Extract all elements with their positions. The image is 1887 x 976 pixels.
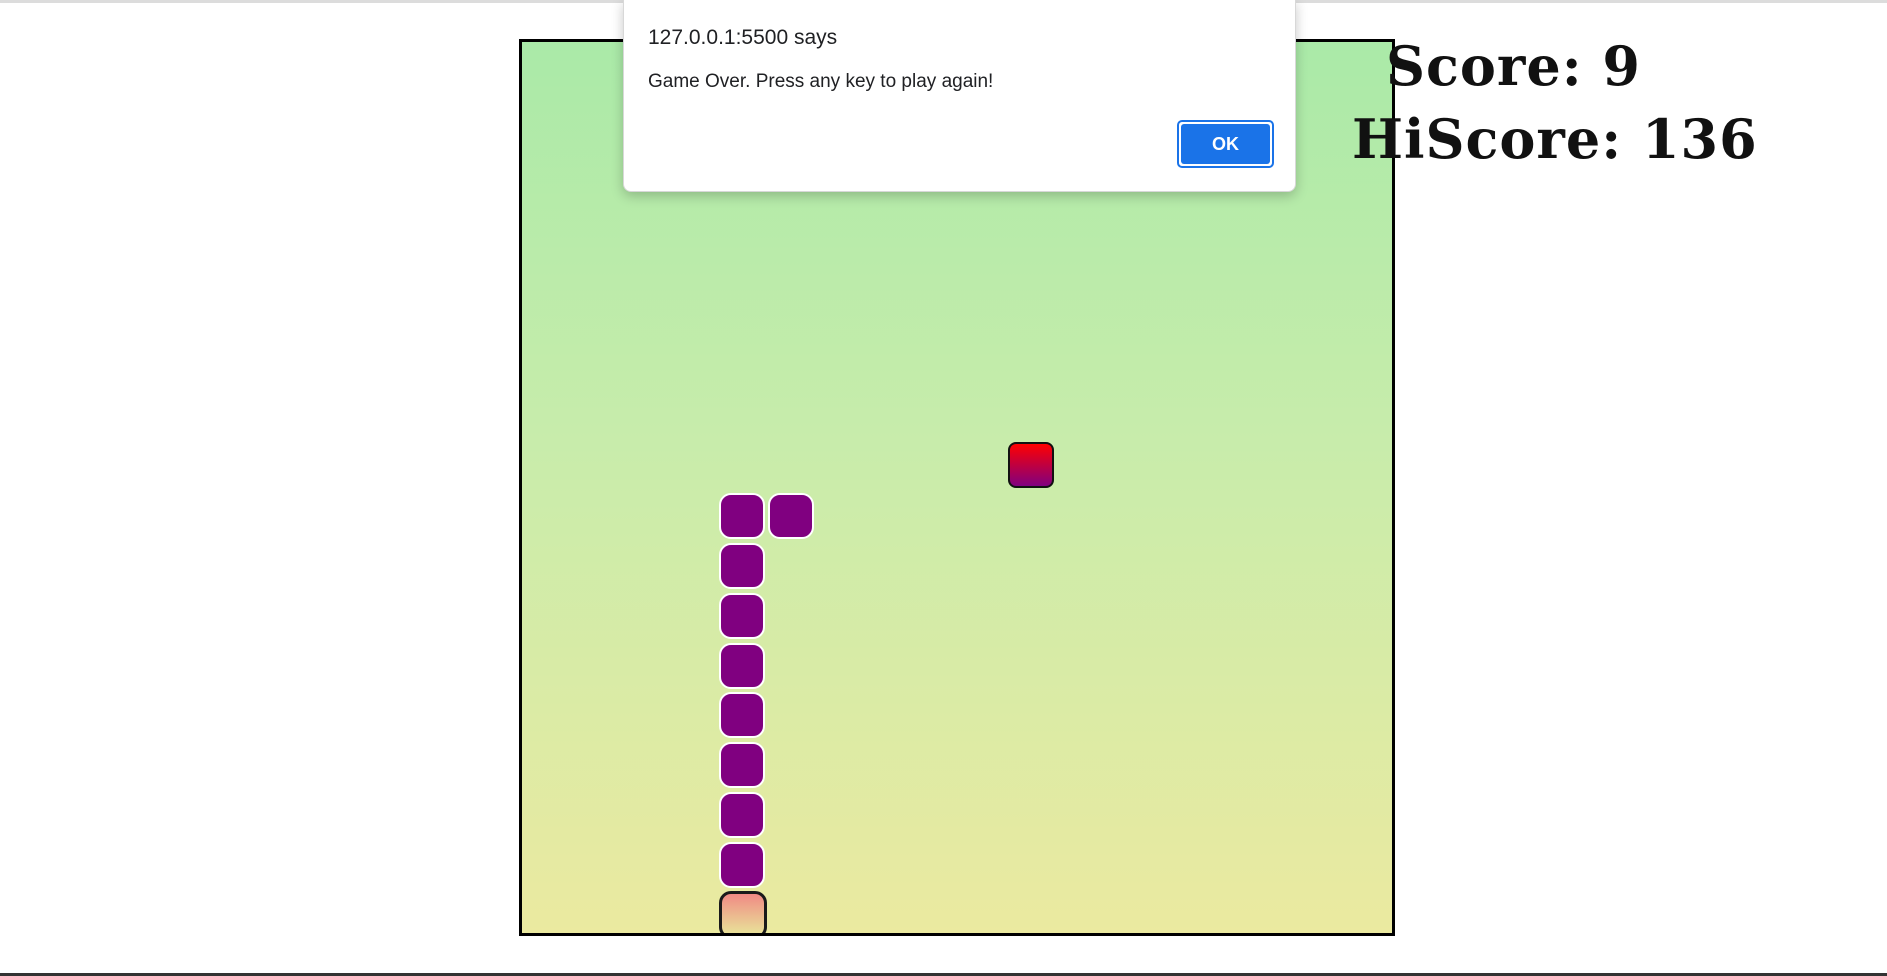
snake-body-segment xyxy=(719,742,765,788)
snake-body-segment xyxy=(719,792,765,838)
snake-body-segment xyxy=(719,543,765,589)
snake-body-segment xyxy=(719,842,765,888)
hiscore-display: HiScore: 136 xyxy=(1352,107,1758,171)
dialog-message: Game Over. Press any key to play again! xyxy=(648,71,994,92)
ok-button[interactable]: OK xyxy=(1177,120,1274,168)
snake-head xyxy=(719,891,767,933)
alert-dialog: 127.0.0.1:5500 says Game Over. Press any… xyxy=(623,0,1296,192)
snake-body-segment xyxy=(719,643,765,689)
score-display: Score: 9 xyxy=(1386,34,1642,98)
ok-button-label: OK xyxy=(1181,124,1270,164)
snake-body-segment xyxy=(719,593,765,639)
food-item xyxy=(1008,442,1054,488)
snake-body-segment xyxy=(719,493,765,539)
snake-body-segment xyxy=(719,692,765,738)
dialog-origin-text: 127.0.0.1:5500 says xyxy=(648,26,838,49)
snake-body-segment xyxy=(768,493,814,539)
